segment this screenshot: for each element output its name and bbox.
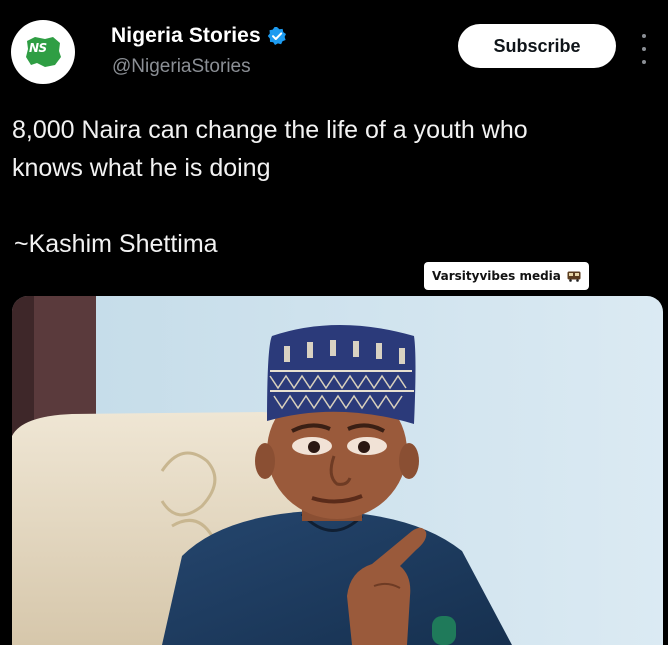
verified-badge-icon [267, 27, 286, 45]
account-name[interactable]: Nigeria Stories [111, 24, 261, 48]
watermark-badge: Varsityvibes media [424, 262, 589, 290]
quote-attribution: ~Kashim Shettima [14, 230, 218, 258]
tweet-text-line-1: 8,000 Naira can change the life of a you… [12, 116, 528, 144]
nigeria-map-logo-icon: NS [23, 35, 63, 69]
tweet-text-line-2: knows what he is doing [12, 154, 271, 182]
man-in-cap-pointing-photo[interactable] [12, 296, 663, 645]
more-vertical-icon[interactable] [638, 34, 650, 64]
watermark-text: Varsityvibes media [432, 269, 561, 283]
bus-icon [567, 271, 581, 282]
subscribe-button[interactable]: Subscribe [458, 24, 616, 68]
account-handle[interactable]: @NigeriaStories [112, 56, 251, 78]
tweet-screenshot: NS Nigeria Stories @NigeriaStories Subsc… [0, 0, 668, 645]
account-name-row: Nigeria Stories [111, 24, 287, 48]
account-avatar[interactable]: NS [11, 20, 75, 84]
avatar-logo-text: NS [29, 41, 47, 55]
